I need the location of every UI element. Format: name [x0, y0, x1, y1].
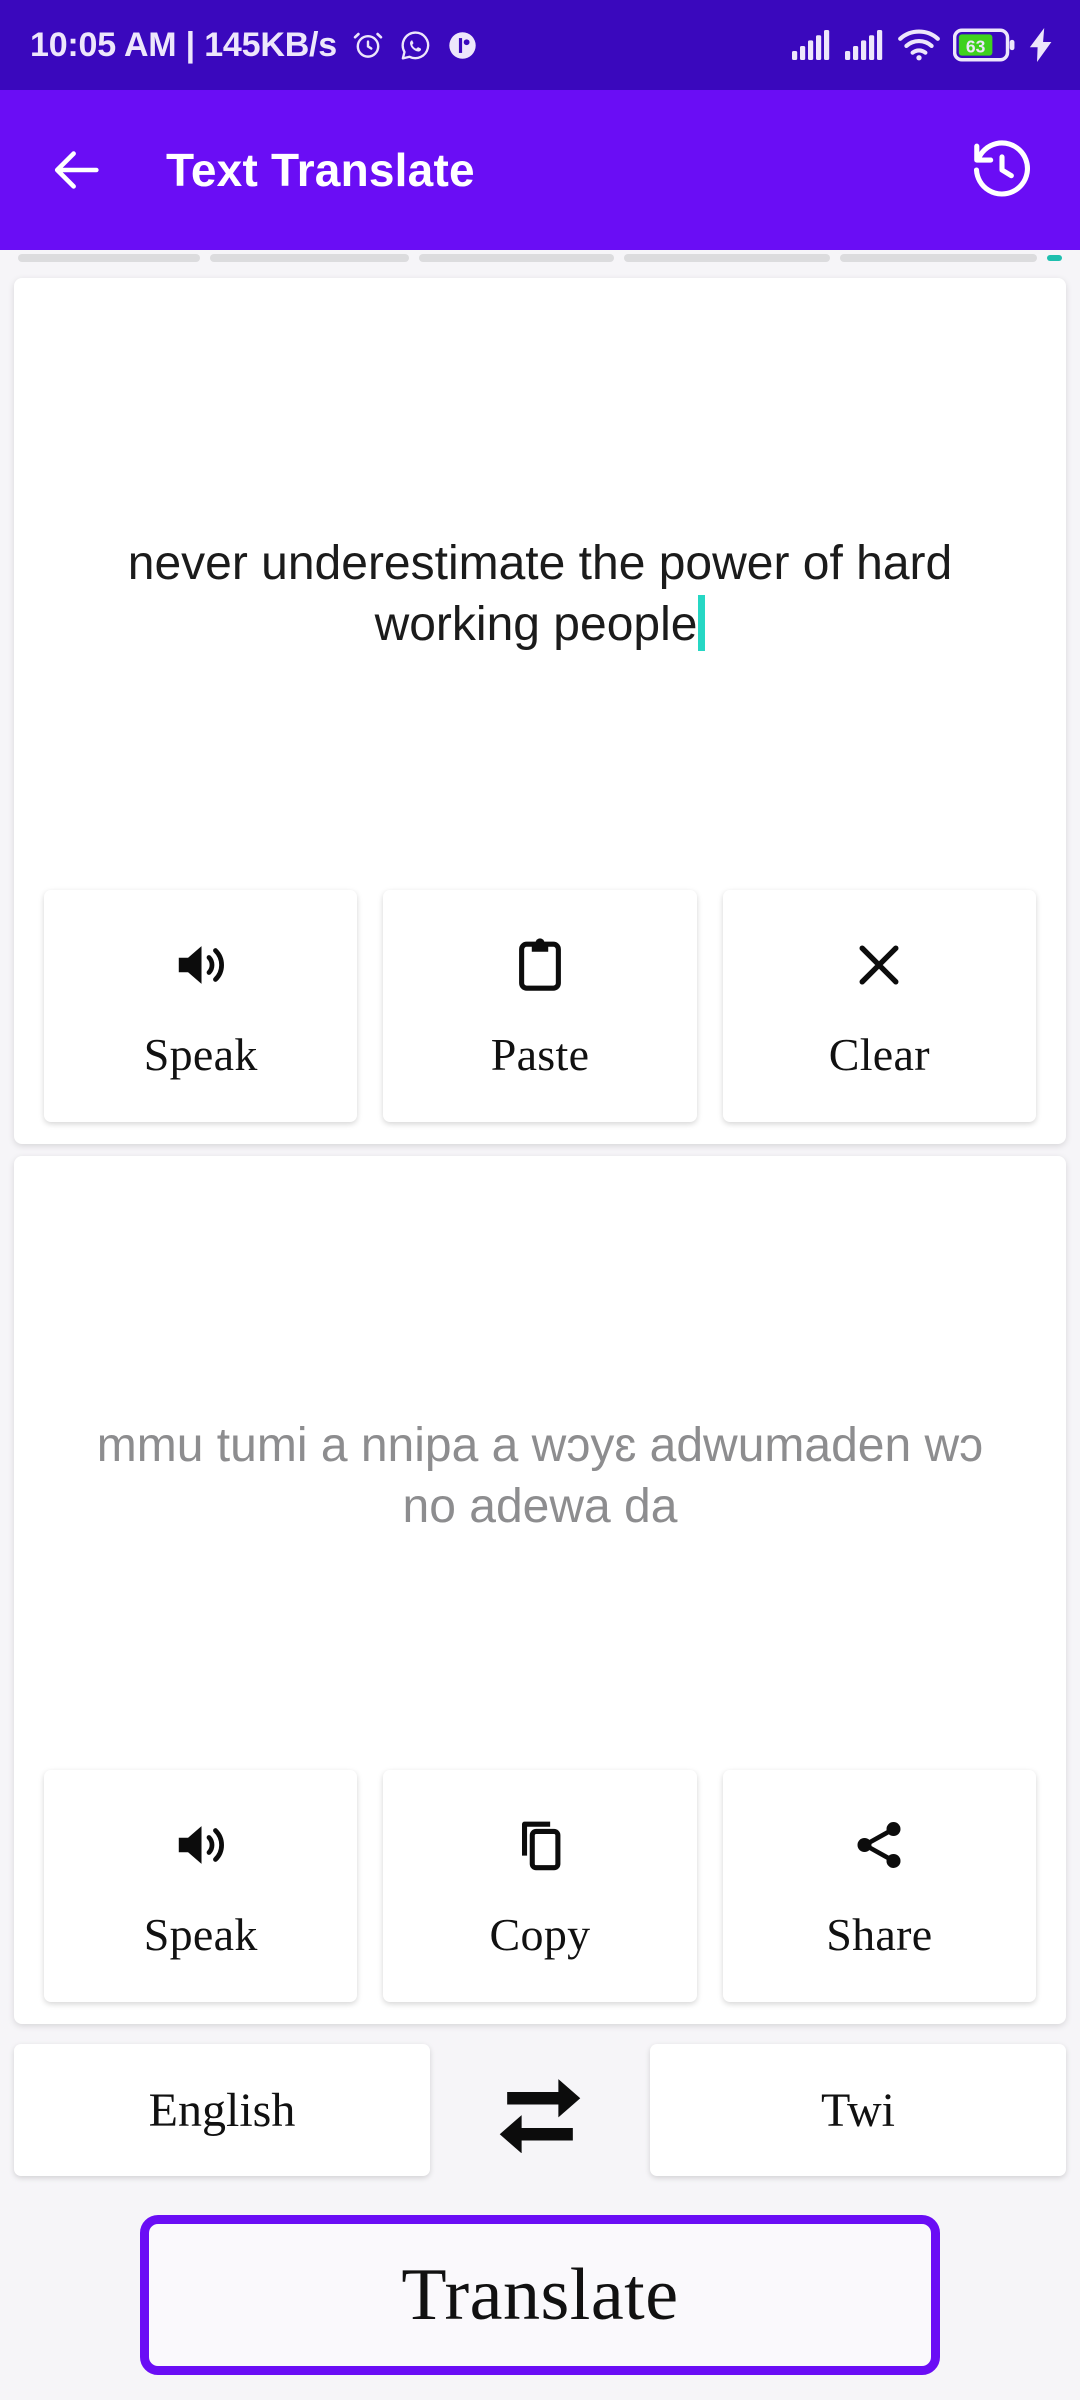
- whatsapp-icon: [399, 29, 432, 62]
- share-icon: [850, 1812, 908, 1878]
- scrolled-content-strip: [0, 250, 1080, 276]
- share-label: Share: [826, 1908, 933, 1960]
- clipboard-icon: [511, 932, 569, 998]
- partial-chip: [210, 254, 409, 262]
- clear-label: Clear: [828, 1028, 930, 1080]
- translated-action-row: Speak Copy Share: [14, 1770, 1066, 2024]
- source-text-input-area[interactable]: never underestimate the power of hard wo…: [14, 278, 1066, 910]
- app-bar: Text Translate: [0, 90, 1080, 250]
- signal-icon-2: [845, 30, 885, 60]
- translate-button[interactable]: Translate: [140, 2215, 940, 2375]
- status-bar: 10:05 AM | 145KB/s 63: [0, 0, 1080, 90]
- clear-button[interactable]: Clear: [722, 890, 1036, 1122]
- swap-arrows-icon: [492, 2067, 588, 2153]
- partial-chip: [623, 254, 831, 262]
- copy-button[interactable]: Copy: [383, 1770, 697, 2002]
- battery-percent-text: 63: [966, 37, 986, 57]
- battery-icon: 63: [953, 28, 1015, 62]
- translated-text-value: mmu tumi a nnipa a wɔyɛ adwumaden wɔ no …: [96, 1418, 984, 1533]
- source-text-input[interactable]: never underestimate the power of hard wo…: [72, 533, 1008, 656]
- partial-chip: [18, 254, 201, 262]
- source-action-row: Speak Paste Clear: [14, 890, 1066, 1144]
- back-arrow-icon[interactable]: [48, 141, 106, 199]
- partial-chip: [840, 254, 1038, 262]
- speak-source-button[interactable]: Speak: [44, 890, 358, 1122]
- translated-text-card: mmu tumi a nnipa a wɔyɛ adwumaden wɔ no …: [14, 1156, 1066, 2024]
- paste-label: Paste: [490, 1028, 590, 1080]
- translate-button-label: Translate: [401, 2253, 679, 2336]
- paste-button[interactable]: Paste: [383, 890, 697, 1122]
- close-x-icon: [851, 932, 907, 998]
- alarm-icon: [351, 28, 385, 62]
- partial-chip: [418, 254, 614, 262]
- volume-icon: [170, 932, 232, 998]
- source-language-label: English: [148, 2083, 296, 2137]
- translated-text-area: mmu tumi a nnipa a wɔyɛ adwumaden wɔ no …: [14, 1156, 1066, 1796]
- phone-screen: 10:05 AM | 145KB/s 63 Text Translate nev…: [0, 0, 1080, 2400]
- wifi-icon: [898, 29, 940, 61]
- speak-translation-button[interactable]: Speak: [44, 1770, 358, 2002]
- source-text-card: never underestimate the power of hard wo…: [14, 278, 1066, 1144]
- target-language-label: Twi: [821, 2083, 895, 2137]
- copy-label: Copy: [489, 1908, 591, 1960]
- history-icon[interactable]: [968, 136, 1036, 204]
- speak-source-label: Speak: [143, 1028, 258, 1080]
- target-language-button[interactable]: Twi: [650, 2044, 1066, 2176]
- status-bar-right: 63: [792, 28, 1054, 62]
- status-clock-network-speed: 10:05 AM | 145KB/s: [30, 25, 338, 64]
- language-selector-row: English Twi: [0, 2040, 1080, 2180]
- source-language-button[interactable]: English: [14, 2044, 430, 2176]
- speak-translation-label: Speak: [143, 1908, 258, 1960]
- source-text-value: never underestimate the power of hard wo…: [127, 536, 953, 651]
- app-icon: [446, 29, 479, 62]
- partial-chip-accent: [1047, 255, 1062, 261]
- charging-bolt-icon: [1028, 28, 1054, 62]
- status-bar-left: 10:05 AM | 145KB/s: [30, 26, 479, 65]
- copy-icon: [511, 1812, 569, 1878]
- swap-languages-button[interactable]: [430, 2067, 650, 2153]
- volume-icon: [170, 1812, 232, 1878]
- page-title: Text Translate: [166, 144, 475, 196]
- share-button[interactable]: Share: [722, 1770, 1036, 2002]
- signal-icon: [792, 30, 832, 60]
- text-cursor: [698, 595, 706, 651]
